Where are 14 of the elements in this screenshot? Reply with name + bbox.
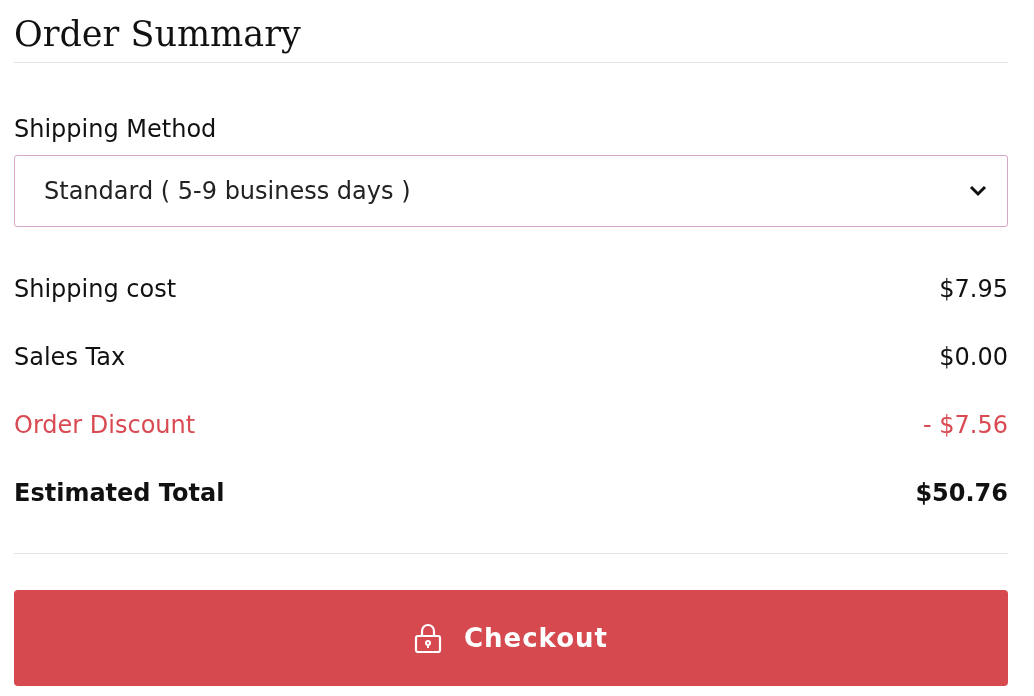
summary-amount: $0.00 [939,343,1008,371]
summary-label: Estimated Total [14,479,225,507]
page-title: Order Summary [14,14,1008,63]
field-label: Shipping Method [14,115,218,143]
summary-amount: $50.76 [915,479,1008,507]
summary-label: Order Discount [14,411,196,439]
summary-amount: $7.95 [939,275,1008,303]
summary-label: Shipping cost [14,275,177,303]
chevron-down-icon [969,185,987,197]
lock-icon [414,622,442,654]
checkout-button[interactable]: Checkout [14,590,1008,686]
shipping-select[interactable]: Standard ( 5-9 business days ) [14,155,1008,227]
summary-label: Sales Tax [14,343,126,371]
summary-amount: - $7.56 [923,411,1008,439]
